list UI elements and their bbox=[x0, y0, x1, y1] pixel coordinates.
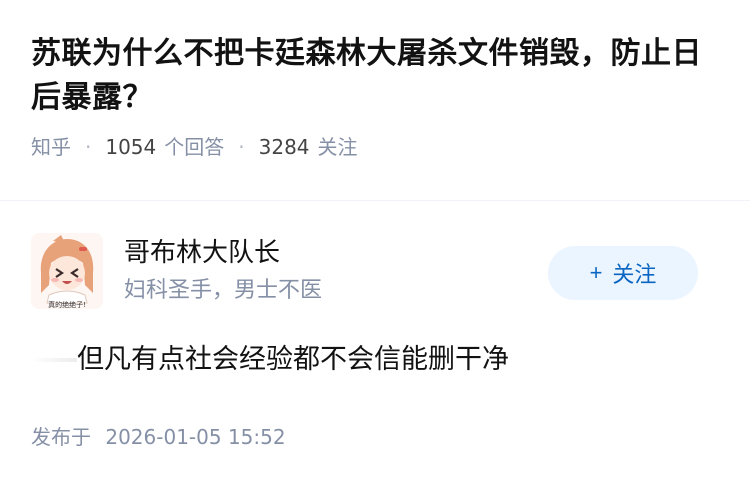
answer-count: 1054 bbox=[105, 135, 157, 159]
follow-label: 关注 bbox=[612, 262, 657, 287]
follower-count: 3284 bbox=[258, 135, 310, 159]
quote-fade-decoration bbox=[31, 358, 77, 362]
avatar-caption: 真的绝绝子! bbox=[48, 300, 86, 309]
answer-content: 但凡有点社会经验都不会信能删干净 bbox=[31, 340, 509, 380]
separator-dot: · bbox=[85, 135, 92, 159]
answer-text[interactable]: 但凡有点社会经验都不会信能删干净 bbox=[77, 340, 509, 380]
question-header: 苏联为什么不把卡廷森林大屠杀文件销毁，防止日后暴露？ 知乎 · 1054 个回答… bbox=[31, 32, 721, 160]
follow-button[interactable]: + 关注 bbox=[548, 246, 698, 300]
publish-label: 发布于 bbox=[31, 425, 91, 449]
question-meta: 知乎 · 1054 个回答 · 3284 关注 bbox=[31, 134, 721, 160]
source-label[interactable]: 知乎 bbox=[31, 134, 71, 160]
separator-dot: · bbox=[238, 135, 245, 159]
author-name[interactable]: 哥布林大队长 bbox=[124, 235, 280, 271]
plus-icon: + bbox=[589, 260, 603, 285]
author-bio: 妇科圣手，男士不医 bbox=[124, 278, 323, 303]
author-card: 真的绝绝子! 哥布林大队长 妇科圣手，男士不医 + 关注 bbox=[31, 233, 721, 313]
avatar-illustration: 真的绝绝子! bbox=[31, 233, 103, 309]
follower-count-unit[interactable]: 关注 bbox=[318, 134, 358, 160]
publish-time: 2026-01-05 15:52 bbox=[105, 425, 286, 449]
publish-info: 发布于 2026-01-05 15:52 bbox=[31, 423, 286, 451]
question-title[interactable]: 苏联为什么不把卡廷森林大屠杀文件销毁，防止日后暴露？ bbox=[31, 32, 721, 120]
answer-count-unit[interactable]: 个回答 bbox=[164, 134, 224, 160]
avatar[interactable]: 真的绝绝子! bbox=[31, 233, 103, 309]
divider bbox=[0, 200, 750, 201]
